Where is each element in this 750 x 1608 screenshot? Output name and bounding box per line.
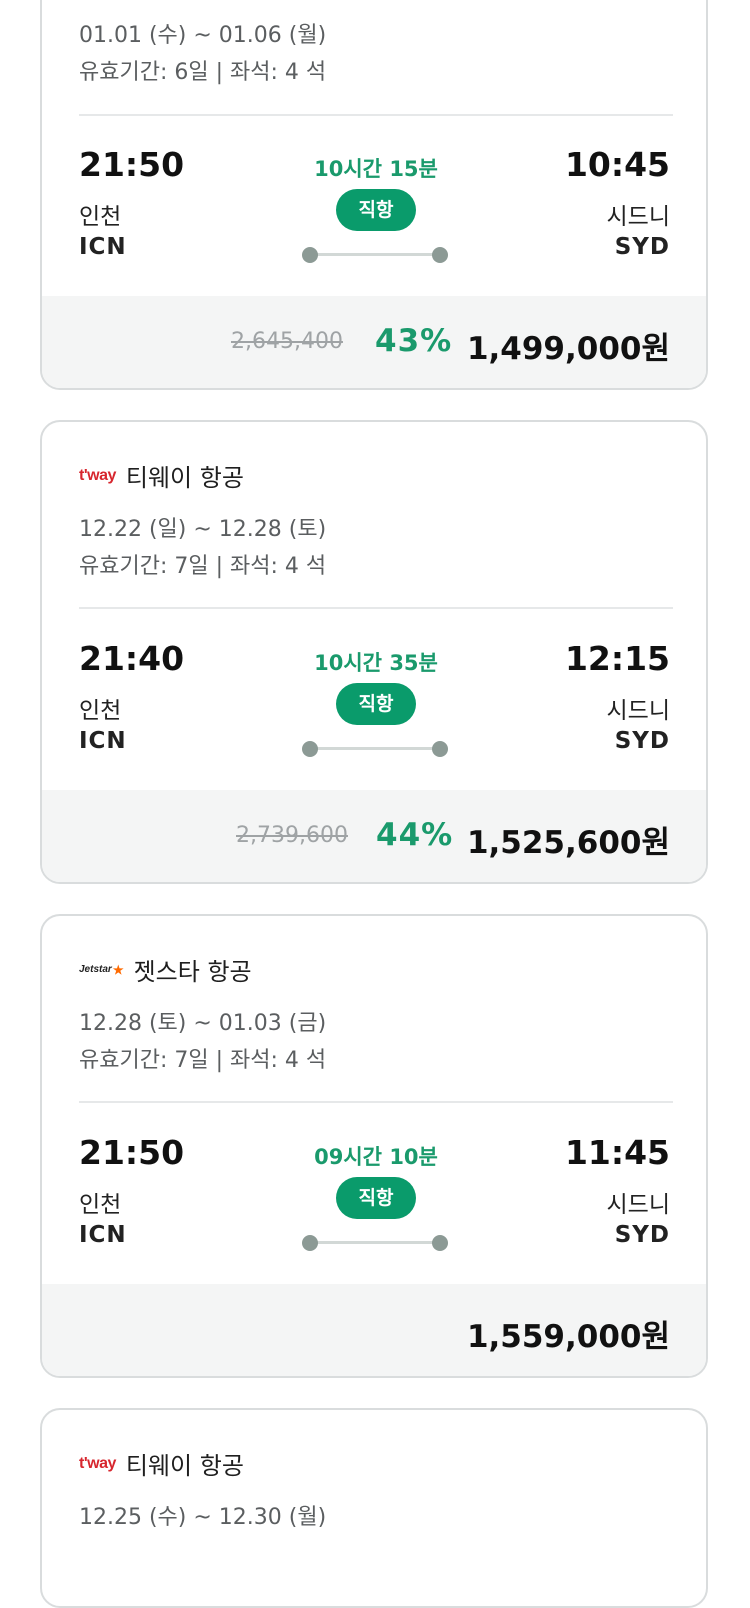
- direct-flight-badge: 직항: [336, 683, 416, 725]
- route-line: [310, 747, 440, 750]
- departure-time: 21:50: [79, 145, 185, 184]
- route-line: [310, 253, 440, 256]
- validity-seats: 유효기간: 6일 | 좌석: 4 석: [79, 60, 327, 85]
- flight-duration: 10시간 15분: [314, 157, 438, 181]
- departure-time: 21:40: [79, 639, 185, 678]
- airline-row: Jetstar ★ 젯스타 항공: [79, 952, 252, 987]
- travel-dates: 12.28 (토) ~ 01.03 (금): [79, 1011, 327, 1036]
- arrival-dot-icon: [432, 741, 448, 757]
- departure-city: 인천: [79, 698, 122, 724]
- flight-card[interactable]: 01.01 (수) ~ 01.06 (월) 유효기간: 6일 | 좌석: 4 석…: [40, 0, 708, 390]
- final-price: 1,499,000원: [466, 331, 670, 367]
- airline-row: t'way 티웨이 항공: [79, 458, 244, 493]
- arrival-code: SYD: [614, 728, 670, 754]
- original-price: 2,739,600: [236, 823, 348, 848]
- price-bar: 2,739,600 44% 1,525,600원: [42, 790, 706, 882]
- divider: [79, 114, 673, 116]
- price-bar: 2,645,400 43% 1,499,000원: [42, 296, 706, 388]
- final-price: 1,559,000원: [466, 1319, 670, 1355]
- tway-logo-icon: t'way: [79, 1454, 116, 1472]
- divider: [79, 607, 673, 609]
- airline-name: 젯스타 항공: [133, 958, 252, 986]
- original-price: 2,645,400: [231, 329, 343, 354]
- arrival-city: 시드니: [606, 204, 670, 230]
- discount-rate: 43%: [375, 323, 453, 359]
- flight-card[interactable]: t'way 티웨이 항공 12.25 (수) ~ 12.30 (월): [40, 1408, 708, 1608]
- flight-card[interactable]: t'way 티웨이 항공 12.22 (일) ~ 12.28 (토) 유효기간:…: [40, 420, 708, 884]
- arrival-dot-icon: [432, 1235, 448, 1251]
- airline-row: t'way 티웨이 항공: [79, 1446, 244, 1481]
- departure-dot-icon: [302, 1235, 318, 1251]
- divider: [79, 1101, 673, 1103]
- airline-name: 티웨이 항공: [125, 1452, 244, 1480]
- airline-name: 티웨이 항공: [125, 464, 244, 492]
- tway-logo-icon: t'way: [79, 466, 116, 484]
- departure-dot-icon: [302, 741, 318, 757]
- arrival-city: 시드니: [606, 698, 670, 724]
- departure-time: 21:50: [79, 1133, 185, 1172]
- validity-seats: 유효기간: 7일 | 좌석: 4 석: [79, 1048, 327, 1073]
- flight-duration: 10시간 35분: [314, 651, 438, 675]
- route-line: [310, 1241, 440, 1244]
- departure-city: 인천: [79, 204, 122, 230]
- discount-rate: 44%: [376, 817, 454, 853]
- travel-dates: 01.01 (수) ~ 01.06 (월): [79, 23, 327, 48]
- arrival-dot-icon: [432, 247, 448, 263]
- final-price: 1,525,600원: [466, 825, 670, 861]
- flight-card[interactable]: Jetstar ★ 젯스타 항공 12.28 (토) ~ 01.03 (금) 유효…: [40, 914, 708, 1378]
- arrival-time: 11:45: [564, 1133, 670, 1172]
- arrival-code: SYD: [614, 1222, 670, 1248]
- price-bar: 1,559,000원: [42, 1284, 706, 1376]
- jetstar-logo-icon: Jetstar ★: [79, 962, 124, 977]
- departure-code: ICN: [79, 1222, 127, 1248]
- arrival-city: 시드니: [606, 1192, 670, 1218]
- direct-flight-badge: 직항: [336, 189, 416, 231]
- departure-city: 인천: [79, 1192, 122, 1218]
- travel-dates: 12.25 (수) ~ 12.30 (월): [79, 1505, 327, 1530]
- arrival-code: SYD: [614, 234, 670, 260]
- departure-code: ICN: [79, 728, 127, 754]
- arrival-time: 12:15: [564, 639, 670, 678]
- validity-seats: 유효기간: 7일 | 좌석: 4 석: [79, 554, 327, 579]
- departure-code: ICN: [79, 234, 127, 260]
- travel-dates: 12.22 (일) ~ 12.28 (토): [79, 517, 327, 542]
- arrival-time: 10:45: [564, 145, 670, 184]
- departure-dot-icon: [302, 247, 318, 263]
- direct-flight-badge: 직항: [336, 1177, 416, 1219]
- flight-duration: 09시간 10분: [314, 1145, 438, 1169]
